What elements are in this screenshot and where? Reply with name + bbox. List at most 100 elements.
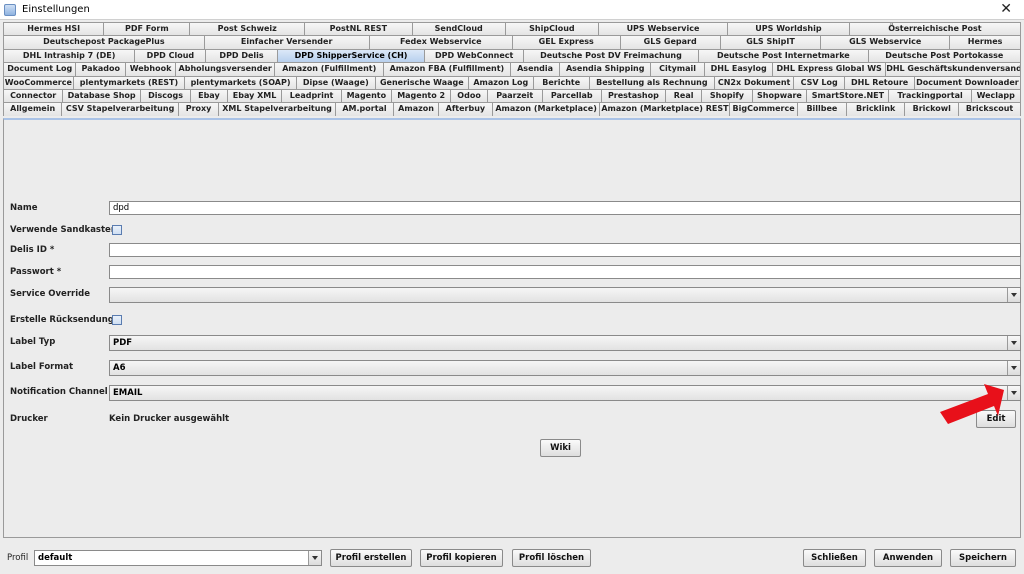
tab-connector[interactable]: Connector	[3, 88, 63, 103]
tab-pdf-form[interactable]: PDF Form	[103, 22, 190, 36]
tab-dhl-geschäftskundenversand[interactable]: DHL Geschäftskundenversand	[885, 62, 1021, 76]
tab-amazon-fba-fulfillment[interactable]: Amazon FBA (Fulfillment)	[383, 62, 510, 76]
tab-gls-shipit[interactable]: GLS ShipIT	[719, 35, 821, 49]
service-override-select[interactable]	[109, 287, 1021, 303]
tab-document-log[interactable]: Document Log	[3, 62, 76, 76]
tab-bricklink[interactable]: Bricklink	[846, 102, 905, 116]
return-checkbox[interactable]	[112, 315, 122, 325]
tab-parcellab[interactable]: Parcellab	[541, 88, 601, 103]
tab-smartstore-net[interactable]: SmartStore.NET	[806, 88, 889, 103]
chevron-down-icon[interactable]	[1007, 386, 1020, 400]
tab-bigcommerce[interactable]: BigCommerce	[729, 102, 797, 116]
tab-sendcloud[interactable]: SendCloud	[411, 22, 505, 36]
tab-dipse-waage[interactable]: Dipse (Waage)	[295, 75, 375, 89]
tab-amazon-fulfillment[interactable]: Amazon (Fulfillment)	[274, 62, 384, 76]
tab-dpd-shipperservice-ch[interactable]: DPD ShipperService (CH)	[276, 48, 425, 63]
tab-ebay[interactable]: Ebay	[190, 88, 227, 103]
sandbox-checkbox[interactable]	[112, 225, 122, 235]
tab-gls-webservice[interactable]: GLS Webservice	[820, 35, 950, 49]
tab-amazon-marketplace-rest[interactable]: Amazon (Marketplace) REST	[599, 102, 730, 116]
tab-cn2x-dokument[interactable]: CN2x Dokument	[714, 75, 794, 89]
tab-document-downloader[interactable]: Document Downloader	[913, 75, 1021, 89]
tab-hermes-hsi[interactable]: Hermes HSI	[3, 22, 104, 36]
tab-brickowl[interactable]: Brickowl	[904, 102, 959, 116]
tab-pakadoo[interactable]: Pakadoo	[75, 62, 126, 76]
tab-afterbuy[interactable]: Afterbuy	[437, 102, 492, 116]
tab-dpd-cloud[interactable]: DPD Cloud	[134, 48, 206, 63]
tab-dpd-delis[interactable]: DPD Delis	[205, 48, 277, 63]
tab-magento[interactable]: Magento	[340, 88, 391, 103]
tab-allgemein[interactable]: Allgemein	[3, 102, 62, 116]
tab-asendia-shipping[interactable]: Asendia Shipping	[559, 62, 650, 76]
close-icon[interactable]: ✕	[1000, 1, 1012, 17]
tab-magento-2[interactable]: Magento 2	[390, 88, 451, 103]
tab-real[interactable]: Real	[664, 88, 702, 103]
tab-database-shop[interactable]: Database Shop	[62, 88, 140, 103]
tab-ups-worldship[interactable]: UPS Worldship	[727, 22, 849, 36]
save-button[interactable]: Speichern	[950, 549, 1016, 567]
tab-proxy[interactable]: Proxy	[177, 102, 219, 116]
close-button[interactable]: Schließen	[803, 549, 866, 567]
password-input[interactable]	[109, 265, 1021, 279]
create-profile-button[interactable]: Profil erstellen	[330, 549, 412, 567]
notification-channel-select[interactable]: EMAIL	[109, 385, 1021, 401]
tab-shipcloud[interactable]: ShipCloud	[504, 22, 598, 36]
tab-österreichische-post[interactable]: Österreichische Post	[848, 22, 1021, 36]
tab-woocommerce[interactable]: WooCommerce	[3, 75, 73, 89]
delis-id-input[interactable]	[109, 243, 1021, 257]
label-format-select[interactable]: A6	[109, 360, 1021, 376]
chevron-down-icon[interactable]	[1007, 361, 1020, 375]
tab-deutsche-post-dv-freimachung[interactable]: Deutsche Post DV Freimachung	[522, 48, 699, 63]
tab-trackingportal[interactable]: Trackingportal	[888, 88, 971, 103]
tab-gel-express[interactable]: GEL Express	[511, 35, 620, 49]
tab-ups-webservice[interactable]: UPS Webservice	[597, 22, 728, 36]
tab-prestashop[interactable]: Prestashop	[600, 88, 665, 103]
chevron-down-icon[interactable]	[1007, 336, 1020, 350]
tab-deutschepost-packageplus[interactable]: Deutschepost PackagePlus	[3, 35, 204, 49]
profile-select[interactable]: default	[34, 550, 322, 566]
tab-deutsche-post-portokasse[interactable]: Deutsche Post Portokasse	[867, 48, 1021, 63]
tab-am-portal[interactable]: AM.portal	[334, 102, 394, 116]
tab-leadprint[interactable]: Leadprint	[281, 88, 341, 103]
tab-abholungsversender[interactable]: Abholungsversender	[174, 62, 275, 76]
apply-button[interactable]: Anwenden	[874, 549, 942, 567]
tab-plentymarkets-rest[interactable]: plentymarkets (REST)	[72, 75, 185, 89]
tab-berichte[interactable]: Berichte	[532, 75, 589, 89]
tab-dhl-easylog[interactable]: DHL Easylog	[704, 62, 773, 76]
wiki-button[interactable]: Wiki	[540, 439, 581, 457]
tab-dpd-webconnect[interactable]: DPD WebConnect	[424, 48, 523, 63]
tab-dhl-intraship-7-de[interactable]: DHL Intraship 7 (DE)	[3, 48, 135, 63]
chevron-down-icon[interactable]	[308, 551, 321, 565]
tab-shopify[interactable]: Shopify	[701, 88, 752, 103]
tab-citymail[interactable]: Citymail	[649, 62, 705, 76]
tab-postnl-rest[interactable]: PostNL REST	[304, 22, 412, 36]
tab-bestellung-als-rechnung[interactable]: Bestellung als Rechnung	[588, 75, 715, 89]
tab-weclapp[interactable]: Weclapp	[970, 88, 1021, 103]
tab-billbee[interactable]: Billbee	[796, 102, 847, 116]
tab-csv-stapelverarbeitung[interactable]: CSV Stapelverarbeitung	[61, 102, 178, 116]
copy-profile-button[interactable]: Profil kopieren	[420, 549, 503, 567]
tab-ebay-xml[interactable]: Ebay XML	[226, 88, 282, 103]
name-input[interactable]: dpd	[109, 201, 1021, 215]
tab-webhook[interactable]: Webhook	[125, 62, 175, 76]
tab-discogs[interactable]: Discogs	[139, 88, 191, 103]
tab-amazon-marketplace[interactable]: Amazon (Marketplace)	[491, 102, 600, 116]
tab-odoo[interactable]: Odoo	[450, 88, 487, 103]
tab-asendia[interactable]: Asendia	[509, 62, 560, 76]
tab-brickscout[interactable]: Brickscout	[958, 102, 1021, 116]
tab-generische-waage[interactable]: Generische Waage	[374, 75, 468, 89]
tab-plentymarkets-soap[interactable]: plentymarkets (SOAP)	[184, 75, 296, 89]
tab-shopware[interactable]: Shopware	[751, 88, 807, 103]
delete-profile-button[interactable]: Profil löschen	[512, 549, 591, 567]
tab-paarzeit[interactable]: Paarzeit	[486, 88, 542, 103]
tab-deutsche-post-internetmarke[interactable]: Deutsche Post Internetmarke	[698, 48, 868, 63]
tab-fedex-webservice[interactable]: Fedex Webservice	[368, 35, 512, 49]
chevron-down-icon[interactable]	[1007, 288, 1020, 302]
tab-post-schweiz[interactable]: Post Schweiz	[189, 22, 305, 36]
tab-hermes[interactable]: Hermes	[949, 35, 1021, 49]
tab-gls-gepard[interactable]: GLS Gepard	[619, 35, 720, 49]
tab-dhl-express-global-ws[interactable]: DHL Express Global WS	[772, 62, 886, 76]
label-type-select[interactable]: PDF	[109, 335, 1021, 351]
tab-xml-stapelverarbeitung[interactable]: XML Stapelverarbeitung	[218, 102, 335, 116]
tab-dhl-retoure[interactable]: DHL Retoure	[844, 75, 914, 89]
